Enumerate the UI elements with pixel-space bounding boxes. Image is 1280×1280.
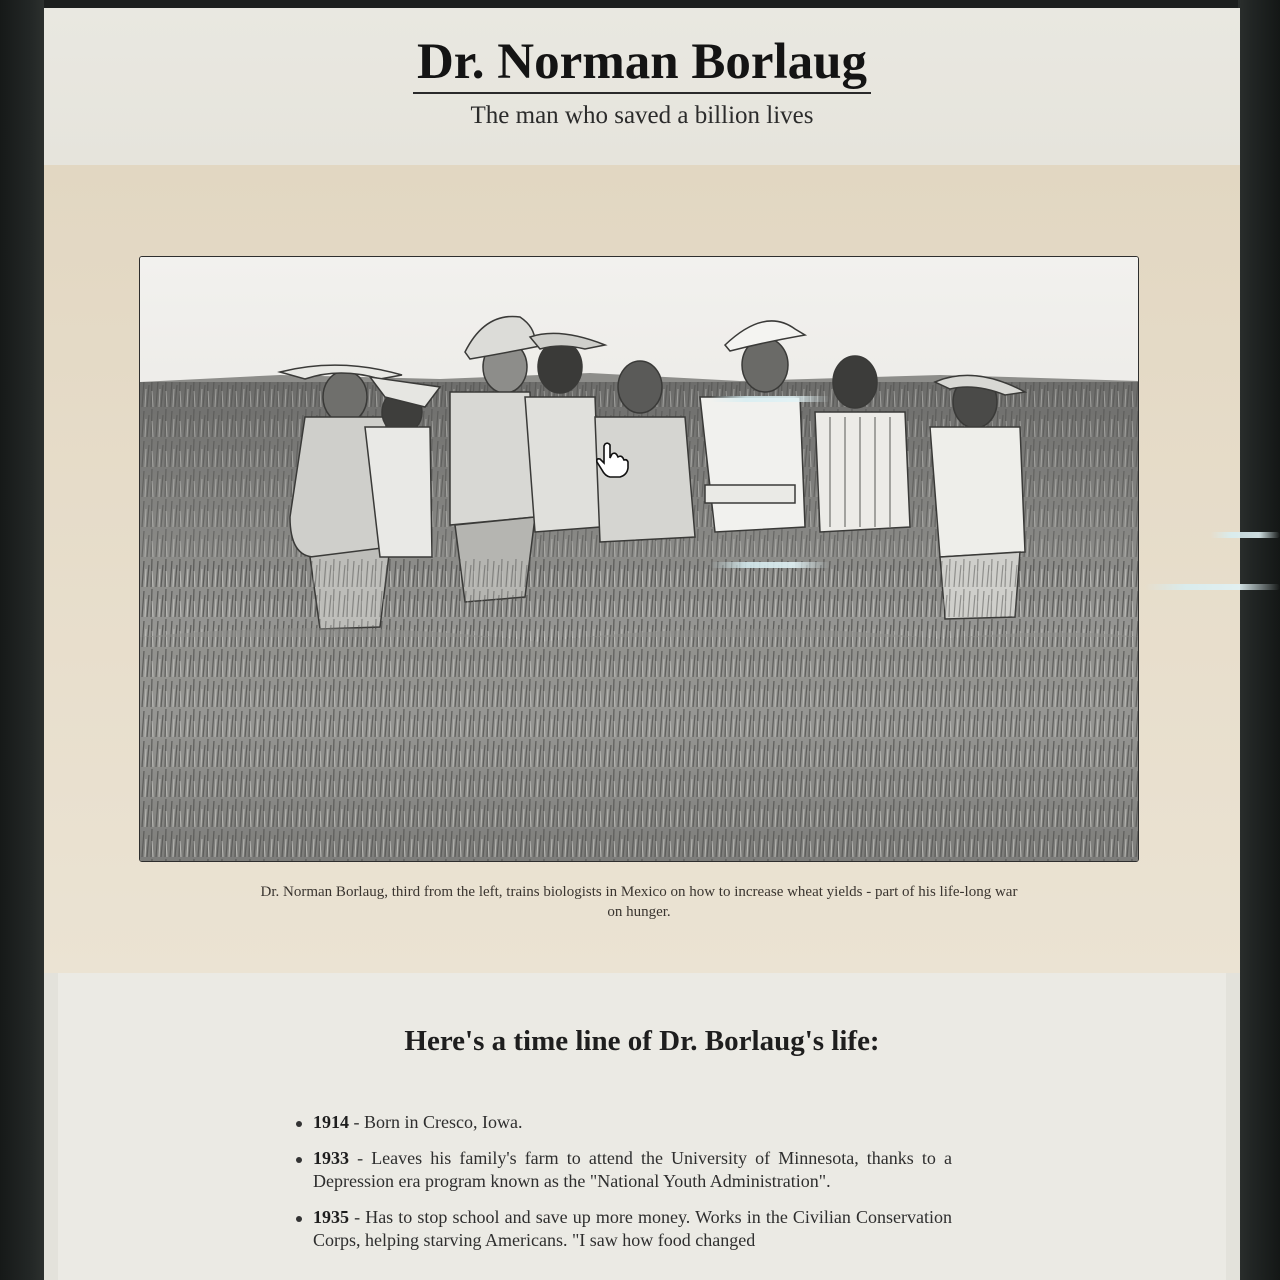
timeline-text: - Has to stop school and save up more mo… bbox=[313, 1207, 952, 1250]
content-edge bbox=[1226, 973, 1240, 1280]
timeline-year: 1935 bbox=[313, 1207, 349, 1227]
timeline-year: 1933 bbox=[313, 1148, 349, 1168]
page-subtitle: The man who saved a billion lives bbox=[470, 102, 814, 130]
screen-glare bbox=[1210, 532, 1280, 538]
timeline-heading: Here's a time line of Dr. Borlaug's life… bbox=[404, 1025, 880, 1057]
timeline-year: 1914 bbox=[313, 1112, 349, 1132]
timeline-list: 1914 - Born in Cresco, Iowa. 1933 - Leav… bbox=[292, 1111, 952, 1265]
timeline-text: - Born in Cresco, Iowa. bbox=[349, 1112, 523, 1132]
borlaug-photo bbox=[139, 256, 1139, 862]
timeline-item: 1933 - Leaves his family's farm to atten… bbox=[292, 1147, 952, 1193]
screen-glare bbox=[710, 396, 830, 402]
screen-glare bbox=[1145, 584, 1280, 590]
web-page: Dr. Norman Borlaug The man who saved a b… bbox=[44, 8, 1240, 1280]
left-bezel bbox=[0, 0, 44, 1280]
photo-section: Dr. Norman Borlaug, third from the left,… bbox=[44, 165, 1240, 973]
screen-glare bbox=[710, 562, 830, 568]
timeline-text: - Leaves his family's farm to attend the… bbox=[313, 1148, 952, 1191]
timeline-item: 1914 - Born in Cresco, Iowa. bbox=[292, 1111, 952, 1134]
timeline-item: 1935 - Has to stop school and save up mo… bbox=[292, 1206, 952, 1252]
hand-cursor-icon bbox=[596, 442, 629, 478]
page-title: Dr. Norman Borlaug bbox=[412, 34, 872, 95]
content-edge bbox=[44, 973, 58, 1280]
photo-caption: Dr. Norman Borlaug, third from the left,… bbox=[260, 884, 1018, 920]
page-header: Dr. Norman Borlaug The man who saved a b… bbox=[44, 8, 1240, 165]
timeline-section: Here's a time line of Dr. Borlaug's life… bbox=[44, 973, 1240, 1280]
wheat-field-photo-icon bbox=[140, 257, 1138, 861]
right-bezel bbox=[1238, 0, 1280, 1280]
